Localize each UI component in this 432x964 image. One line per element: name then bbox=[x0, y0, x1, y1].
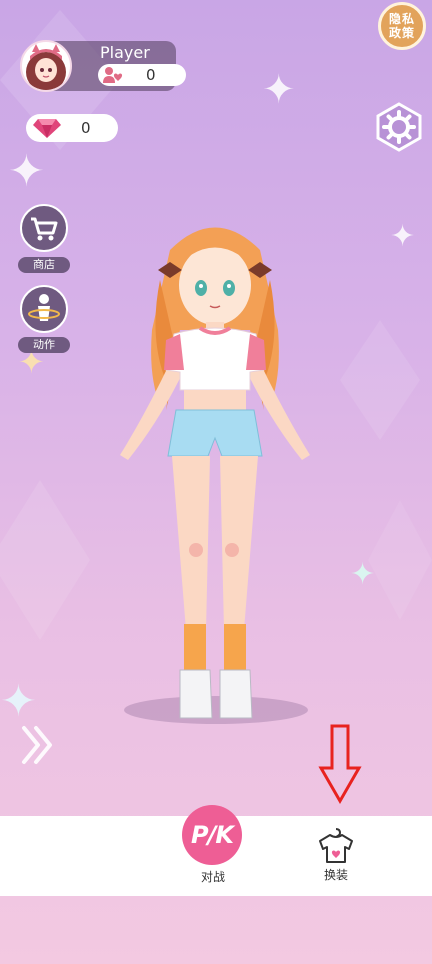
privacy-label-line2: 政策 bbox=[388, 26, 415, 40]
outfit-label[interactable]: 换装 bbox=[314, 866, 358, 883]
gear-icon bbox=[376, 102, 422, 152]
avatar[interactable] bbox=[20, 40, 72, 92]
fans-counter: 0 bbox=[98, 64, 186, 86]
sparkle-icon: ✦ bbox=[0, 676, 37, 727]
dressup-girl-figure bbox=[120, 227, 310, 724]
hint-arrow-icon bbox=[318, 724, 362, 805]
sparkle-icon: ✦ bbox=[350, 557, 376, 592]
pk-battle-button[interactable]: P/K bbox=[182, 805, 242, 865]
battle-label[interactable]: 对战 bbox=[190, 868, 236, 885]
player-name: Player bbox=[100, 43, 150, 62]
privacy-label: 隐私 政策 bbox=[389, 12, 415, 40]
pose-figure-icon bbox=[28, 294, 60, 321]
privacy-label-line1: 隐私 bbox=[388, 12, 415, 26]
settings-button[interactable] bbox=[374, 102, 424, 152]
sparkle-icon: ✦ bbox=[8, 146, 45, 197]
shop-button[interactable] bbox=[20, 204, 68, 252]
action-button[interactable] bbox=[20, 285, 68, 333]
gem-icon bbox=[33, 119, 61, 138]
privacy-policy-button[interactable]: 隐私 政策 bbox=[378, 2, 426, 50]
player-profile[interactable]: Player 0 bbox=[20, 40, 186, 92]
gem-count: 0 bbox=[81, 119, 91, 137]
action-label[interactable]: 动作 bbox=[18, 337, 70, 353]
shop-label[interactable]: 商店 bbox=[18, 257, 70, 273]
fans-heart-icon bbox=[103, 67, 123, 83]
pk-icon-text: P/K bbox=[191, 821, 234, 849]
expand-panel-button[interactable] bbox=[20, 720, 56, 770]
shopping-cart-icon bbox=[31, 217, 58, 241]
red-down-arrow-icon bbox=[318, 724, 362, 805]
fans-count: 0 bbox=[146, 66, 156, 84]
double-chevron-right-icon bbox=[22, 726, 52, 764]
gem-counter[interactable]: 0 bbox=[26, 114, 118, 142]
character-model[interactable] bbox=[100, 210, 330, 730]
sparkle-icon: ✦ bbox=[262, 67, 296, 113]
outfit-tab-button[interactable] bbox=[314, 825, 358, 865]
avatar-girl-icon bbox=[26, 44, 66, 90]
sparkle-icon: ✦ bbox=[390, 219, 416, 254]
hanger-shirt-icon bbox=[319, 828, 353, 863]
